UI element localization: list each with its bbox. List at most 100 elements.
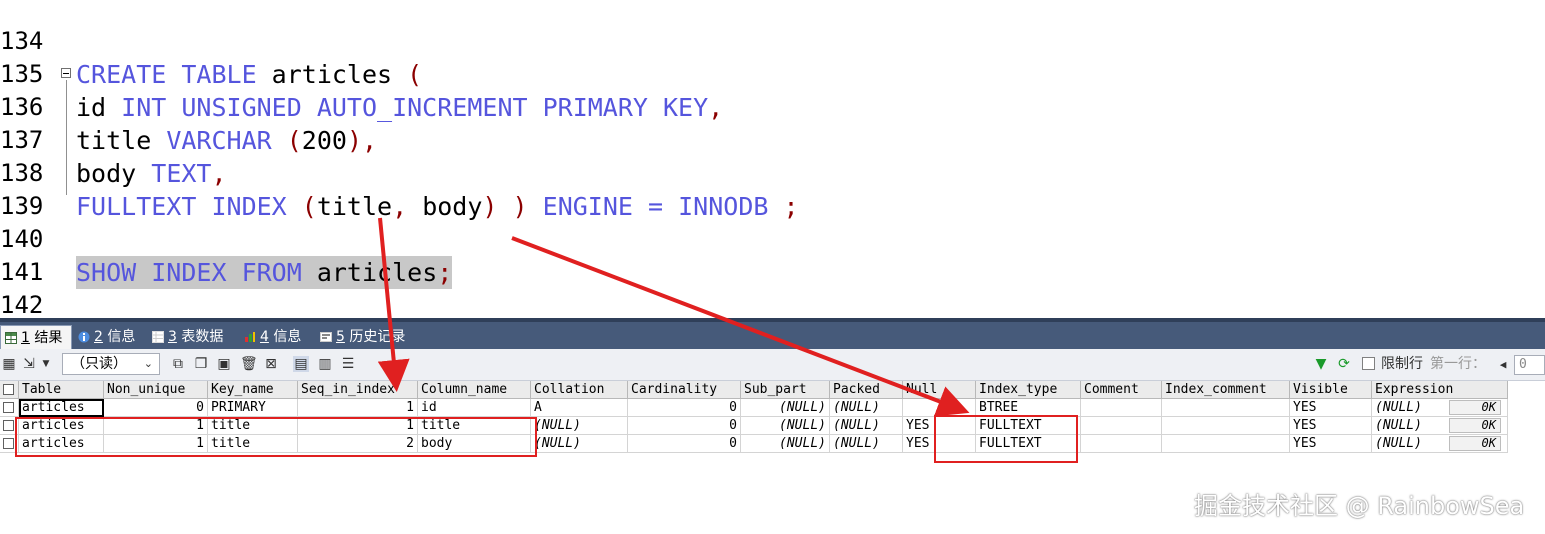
form-mode-icon[interactable]: ▥: [317, 356, 333, 372]
row-checkbox[interactable]: [3, 438, 14, 449]
grid-cell[interactable]: articles: [19, 399, 104, 417]
column-header[interactable]: Table: [19, 381, 104, 399]
column-header[interactable]: Cardinality: [628, 381, 741, 399]
grid-cell[interactable]: articles: [19, 417, 104, 435]
table-row[interactable]: articles 1 title 1 title (NULL) 0 (NULL)…: [0, 417, 1510, 435]
info-icon: [78, 331, 90, 343]
grid-cell[interactable]: 1: [104, 435, 208, 453]
dropdown-arrow-icon[interactable]: ▼: [38, 356, 54, 372]
column-header[interactable]: Index_type: [976, 381, 1081, 399]
grid-cell[interactable]: 0: [628, 417, 741, 435]
delete-icon[interactable]: 🗑: [240, 356, 258, 372]
column-header[interactable]: Collation: [531, 381, 628, 399]
grid-cell[interactable]: [1081, 399, 1162, 417]
row-select-cell[interactable]: [0, 435, 19, 453]
column-header[interactable]: Packed: [830, 381, 903, 399]
blob-size-button[interactable]: 0K: [1449, 418, 1501, 433]
tab-results[interactable]: 1 结果: [0, 325, 72, 349]
select-all-cell[interactable]: [0, 381, 19, 399]
grid-cell[interactable]: 1: [298, 399, 418, 417]
grid-cell[interactable]: [1162, 399, 1290, 417]
result-tab-bar: 1 结果 2 信息 3 表数据 4 信息 5 历史记录: [0, 318, 1545, 349]
grid-cell[interactable]: [1162, 435, 1290, 453]
grid-cell[interactable]: [1081, 435, 1162, 453]
fold-toggle-icon[interactable]: [61, 68, 71, 78]
column-header[interactable]: Non_unique: [104, 381, 208, 399]
save-icon[interactable]: ▣: [216, 356, 232, 372]
grid-cell[interactable]: body: [418, 435, 531, 453]
column-header[interactable]: Sub_part: [741, 381, 830, 399]
column-header[interactable]: Expression: [1372, 381, 1508, 399]
grid-cell[interactable]: YES: [903, 417, 976, 435]
prev-page-icon[interactable]: ◀: [1494, 355, 1512, 375]
grid-cell[interactable]: (NULL) 0K: [1372, 399, 1508, 417]
grid-cell[interactable]: 0: [628, 399, 741, 417]
refresh-icon[interactable]: ⟳: [1336, 356, 1352, 372]
column-header[interactable]: Visible: [1290, 381, 1372, 399]
row-checkbox[interactable]: [3, 402, 14, 413]
blob-size-button[interactable]: 0K: [1449, 400, 1501, 415]
grid-cell[interactable]: YES: [1290, 399, 1372, 417]
grid-cell[interactable]: title: [418, 417, 531, 435]
table-row[interactable]: articles 1 title 2 body (NULL) 0 (NULL) …: [0, 435, 1510, 453]
grid-cell[interactable]: FULLTEXT: [976, 417, 1081, 435]
row-checkbox[interactable]: [3, 420, 14, 431]
grid-cell[interactable]: articles: [19, 435, 104, 453]
filter-icon[interactable]: ▼: [1313, 356, 1329, 372]
table-row[interactable]: articles 0 PRIMARY 1 id A 0 (NULL) (NULL…: [0, 399, 1510, 417]
column-header[interactable]: Index_comment: [1162, 381, 1290, 399]
grid-cell[interactable]: (NULL): [741, 399, 830, 417]
discard-icon[interactable]: ⊠: [263, 356, 279, 372]
grid-cell[interactable]: 0: [628, 435, 741, 453]
export-icon[interactable]: ⇲: [21, 356, 37, 372]
grid-cell[interactable]: BTREE: [976, 399, 1081, 417]
grid-cell[interactable]: title: [208, 417, 298, 435]
row-select-cell[interactable]: [0, 417, 19, 435]
mode-select[interactable]: （只读） ⌄: [62, 353, 160, 375]
column-header[interactable]: Seq_in_index: [298, 381, 418, 399]
tab-info-2[interactable]: 4 信息: [240, 325, 307, 349]
grid-cell[interactable]: (NULL): [741, 417, 830, 435]
grid-cell[interactable]: [1162, 417, 1290, 435]
grid-cell[interactable]: (NULL): [830, 435, 903, 453]
grid-cell[interactable]: (NULL): [741, 435, 830, 453]
grid-cell[interactable]: id: [418, 399, 531, 417]
grid-cell[interactable]: 0: [104, 399, 208, 417]
grid-cell[interactable]: (NULL): [531, 435, 628, 453]
tab-history[interactable]: 5 历史记录: [316, 325, 411, 349]
row-select-cell[interactable]: [0, 399, 19, 417]
grid-view-icon[interactable]: ▦: [1, 356, 17, 372]
grid-cell[interactable]: PRIMARY: [208, 399, 298, 417]
blob-size-button[interactable]: 0K: [1449, 436, 1501, 451]
grid-cell[interactable]: YES: [903, 435, 976, 453]
grid-cell[interactable]: FULLTEXT: [976, 435, 1081, 453]
column-header[interactable]: Comment: [1081, 381, 1162, 399]
grid-cell[interactable]: [903, 399, 976, 417]
grid-cell[interactable]: YES: [1290, 417, 1372, 435]
select-all-checkbox[interactable]: [3, 384, 14, 395]
grid-cell[interactable]: 1: [104, 417, 208, 435]
tab-info[interactable]: 2 信息: [74, 325, 141, 349]
grid-cell[interactable]: 1: [298, 417, 418, 435]
grid-cell[interactable]: (NULL) 0K: [1372, 417, 1508, 435]
column-header[interactable]: Null: [903, 381, 976, 399]
grid-cell[interactable]: (NULL) 0K: [1372, 435, 1508, 453]
grid-cell[interactable]: (NULL): [531, 417, 628, 435]
grid-cell[interactable]: [1081, 417, 1162, 435]
limit-rows-checkbox[interactable]: [1362, 357, 1375, 370]
column-header[interactable]: Key_name: [208, 381, 298, 399]
grid-cell[interactable]: (NULL): [830, 417, 903, 435]
grid-cell[interactable]: 2: [298, 435, 418, 453]
grid-cell[interactable]: title: [208, 435, 298, 453]
first-row-input[interactable]: 0: [1514, 355, 1545, 375]
copy-icon[interactable]: ⧉: [170, 356, 186, 372]
tab-table-data[interactable]: 3 表数据: [148, 325, 229, 349]
grid-cell[interactable]: A: [531, 399, 628, 417]
column-header[interactable]: Column_name: [418, 381, 531, 399]
sql-editor[interactable]: 134 135 136 CREATE TABLE articles ( 137 …: [0, 0, 1545, 319]
grid-cell[interactable]: YES: [1290, 435, 1372, 453]
grid-mode-icon[interactable]: ▤: [293, 356, 309, 372]
duplicate-icon[interactable]: ❐: [193, 356, 209, 372]
text-mode-icon[interactable]: ☰: [340, 356, 356, 372]
grid-cell[interactable]: (NULL): [830, 399, 903, 417]
